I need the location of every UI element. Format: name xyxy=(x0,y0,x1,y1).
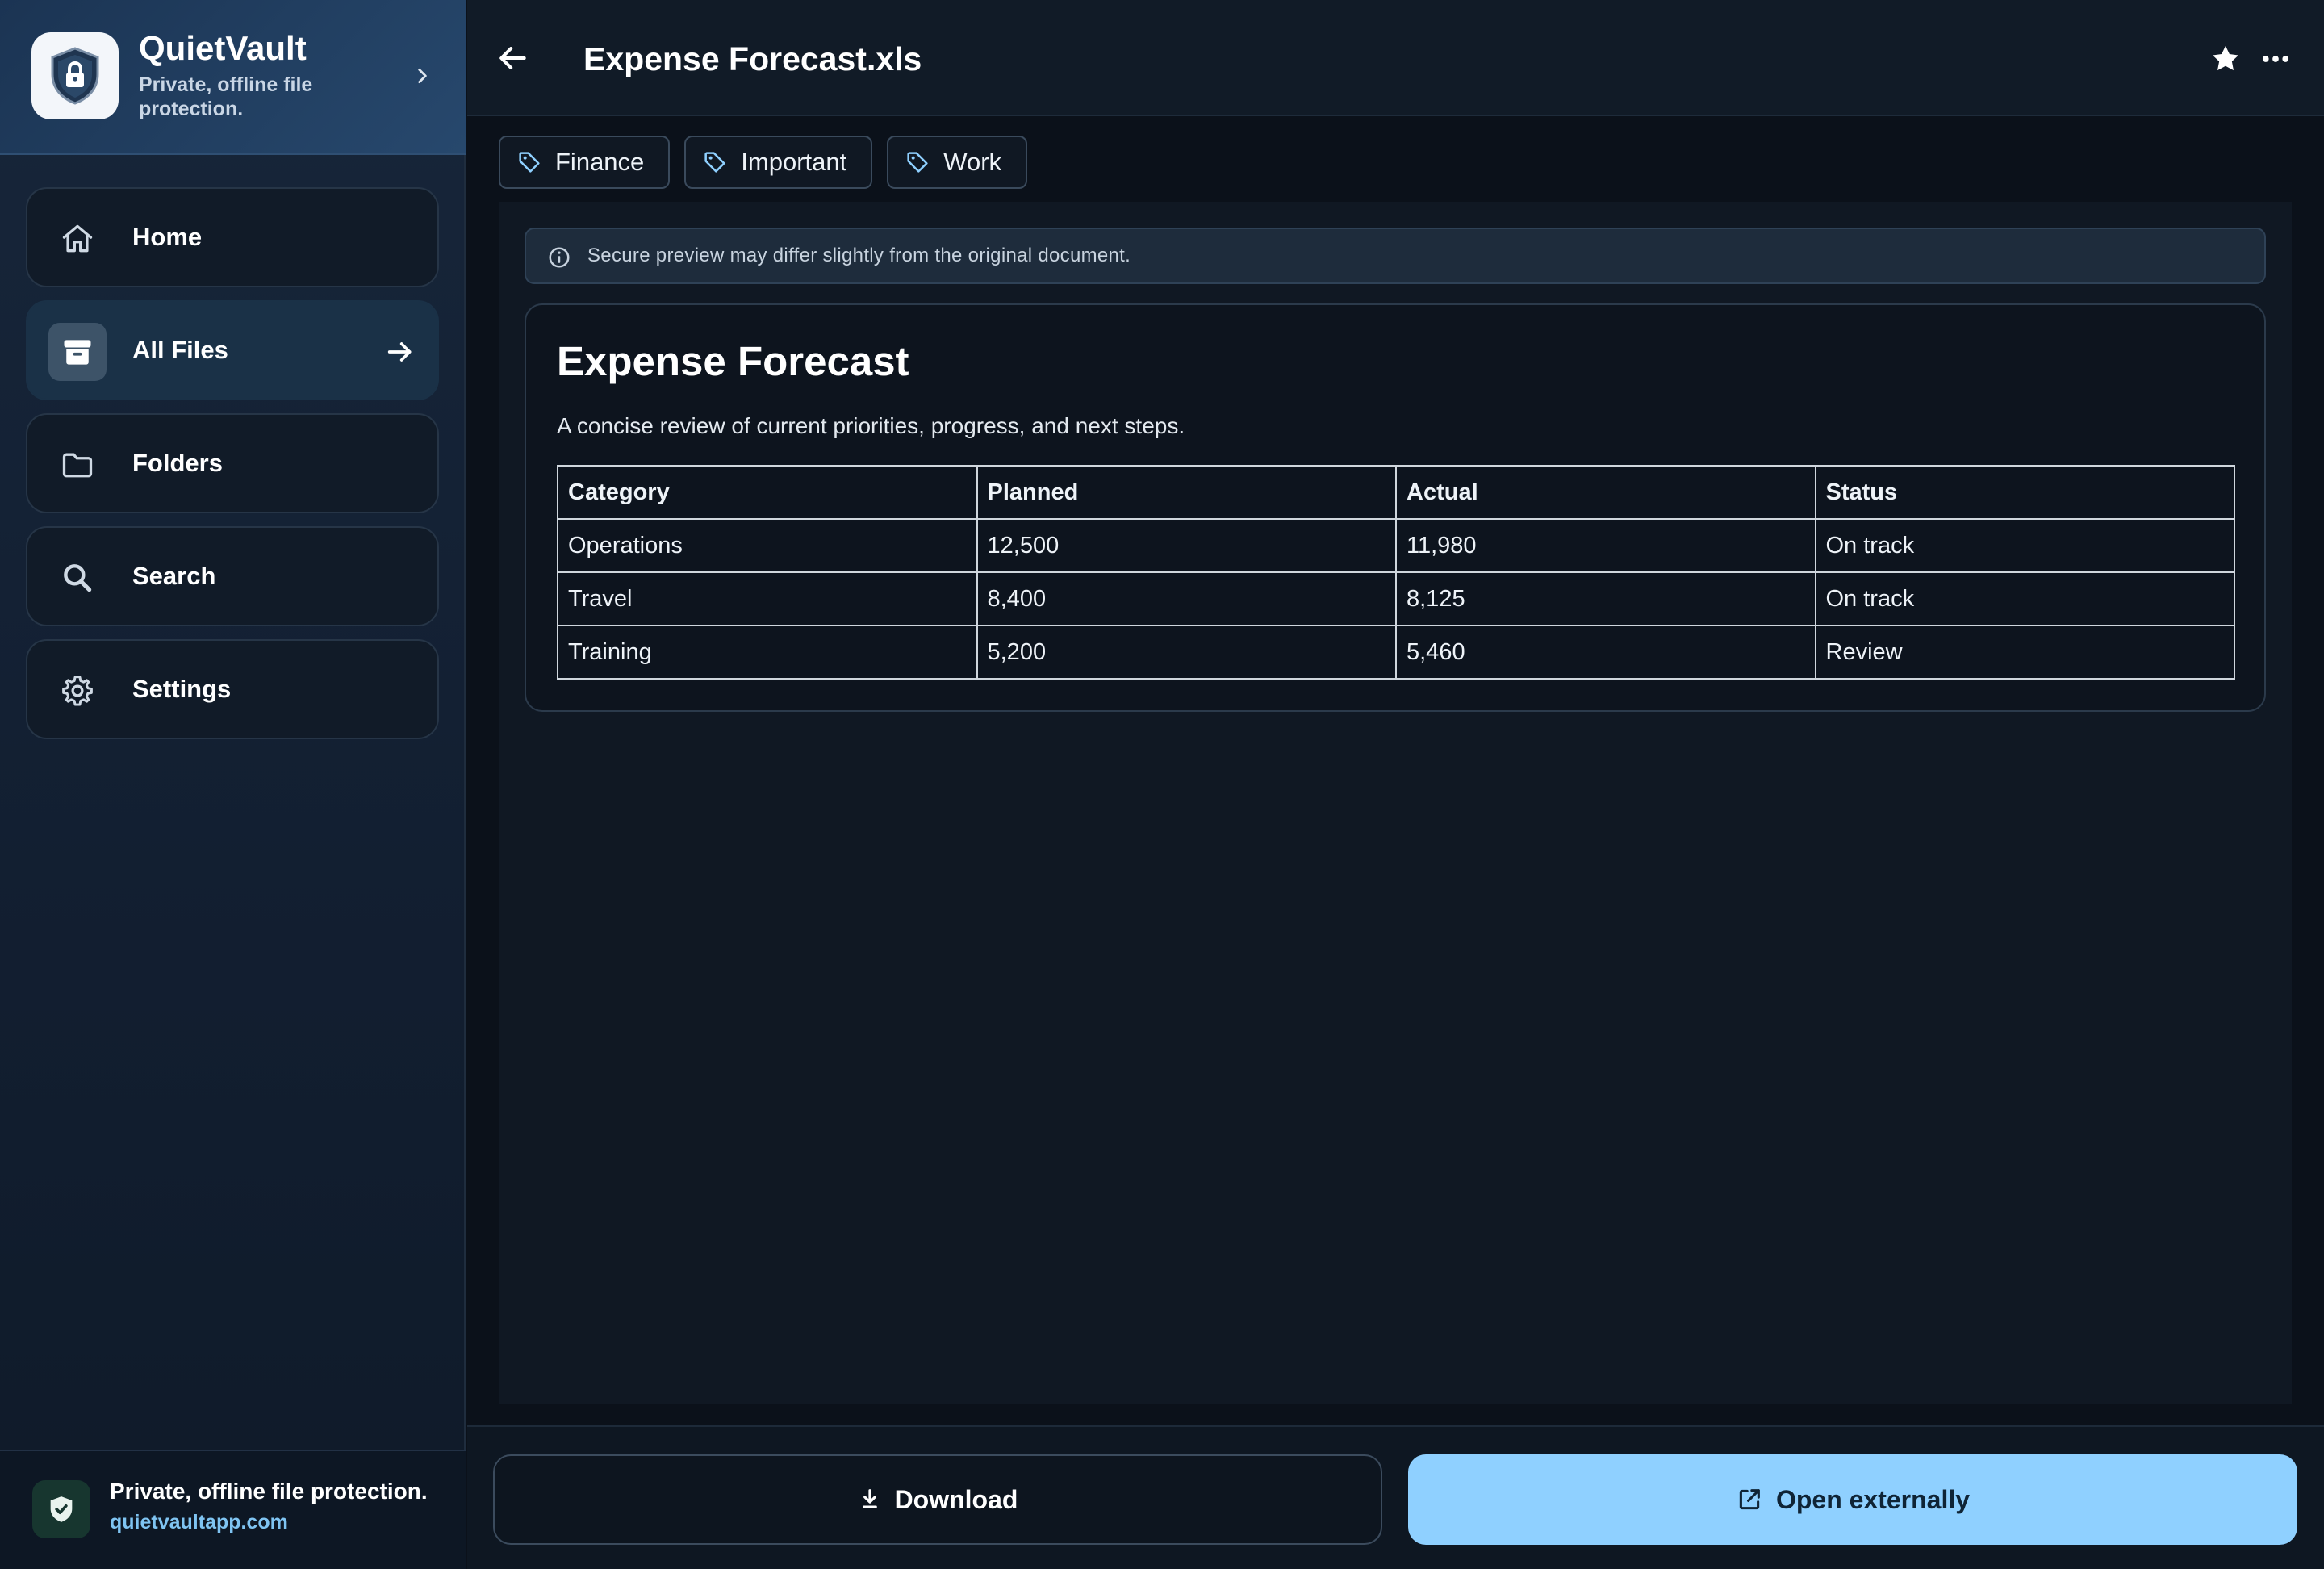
sidebar-item-folders[interactable]: Folders xyxy=(26,413,439,513)
sidebar-item-label: Settings xyxy=(132,675,232,703)
info-icon xyxy=(549,247,570,268)
tag-icon xyxy=(519,152,540,173)
tag-icon xyxy=(704,152,725,173)
table-cell: 12,500 xyxy=(976,518,1397,573)
download-icon xyxy=(862,1489,877,1508)
search-icon xyxy=(48,549,107,607)
table-row: Operations 12,500 11,980 On track xyxy=(557,518,2235,573)
sidebar-item-all-files[interactable]: All Files xyxy=(26,300,439,400)
column-header: Actual xyxy=(1395,465,1816,520)
preview-notice: Secure preview may differ slightly from … xyxy=(525,228,2266,284)
brand-name: QuietVault xyxy=(139,29,307,67)
sidebar: QuietVault Private, offline file protect… xyxy=(0,0,466,1569)
more-options-button[interactable] xyxy=(2255,39,2296,79)
tag-work[interactable]: Work xyxy=(887,136,1028,189)
star-icon xyxy=(2213,45,2238,71)
top-bar: Expense Forecast.xls xyxy=(467,0,2324,116)
sidebar-item-settings[interactable]: Settings xyxy=(26,639,439,739)
sidebar-item-search[interactable]: Search xyxy=(26,526,439,626)
open-externally-label: Open externally xyxy=(1775,1484,1971,1514)
chevron-right-icon[interactable] xyxy=(406,60,438,92)
sidebar-item-home[interactable]: Home xyxy=(26,187,439,287)
app-root: QuietVault Private, offline file protect… xyxy=(0,0,2324,1569)
tag-list: Finance Important Work xyxy=(499,136,1028,189)
table-cell: Training xyxy=(557,625,978,680)
arrow-left-icon xyxy=(499,47,526,69)
arrow-right-icon xyxy=(384,336,416,368)
table-cell: Travel xyxy=(557,571,978,626)
sidebar-footer: Private, offline file protection. quietv… xyxy=(0,1450,466,1569)
shield-check-icon xyxy=(32,1480,90,1538)
sidebar-item-label: Folders xyxy=(132,449,223,477)
brand-header[interactable]: QuietVault Private, offline file protect… xyxy=(0,0,466,155)
table-cell: Operations xyxy=(557,518,978,573)
tag-label: Important xyxy=(741,148,847,176)
gear-icon xyxy=(48,662,107,720)
document-title: Expense Forecast xyxy=(557,338,909,384)
table-cell: 5,460 xyxy=(1395,625,1816,680)
table-cell: On track xyxy=(1814,571,2235,626)
sidebar-item-label: Home xyxy=(132,223,203,251)
preview-notice-text: Secure preview may differ slightly from … xyxy=(587,245,1131,266)
tag-important[interactable]: Important xyxy=(684,136,873,189)
brand-tagline: Private, offline file protection. xyxy=(139,73,313,120)
back-button[interactable] xyxy=(491,37,533,79)
action-bar: Download Open externally xyxy=(467,1425,2324,1569)
file-title: Expense Forecast.xls xyxy=(583,40,922,77)
download-button[interactable]: Download xyxy=(493,1454,1382,1545)
table-cell: 5,200 xyxy=(976,625,1397,680)
more-horizontal-icon xyxy=(2262,56,2289,62)
tag-finance[interactable]: Finance xyxy=(499,136,671,189)
external-link-icon xyxy=(1739,1489,1760,1510)
column-header: Status xyxy=(1814,465,2235,520)
footer-website-link[interactable]: quietvaultapp.com xyxy=(110,1511,288,1534)
tag-label: Finance xyxy=(555,148,645,176)
document-description: A concise review of current priorities, … xyxy=(557,413,1185,438)
folder-icon xyxy=(48,436,107,494)
archive-icon xyxy=(48,323,107,381)
document-card: Expense Forecast A concise review of cur… xyxy=(525,303,2266,712)
table-cell: On track xyxy=(1814,518,2235,573)
table-cell: Review xyxy=(1814,625,2235,680)
download-label: Download xyxy=(894,1484,1018,1514)
column-header: Category xyxy=(557,465,978,520)
home-icon xyxy=(48,210,107,268)
tag-icon xyxy=(907,152,928,173)
footer-tagline: Private, offline file protection. xyxy=(110,1479,428,1504)
table-header-row: Category Planned Actual Status xyxy=(557,465,2235,520)
expense-table: Category Planned Actual Status Operation… xyxy=(557,465,2235,680)
table-row: Training 5,200 5,460 Review xyxy=(557,625,2235,680)
document-preview[interactable]: Secure preview may differ slightly from … xyxy=(499,202,2292,1404)
shield-lock-logo-icon xyxy=(31,32,119,119)
sidebar-item-label: All Files xyxy=(132,336,228,364)
favorite-button[interactable] xyxy=(2205,39,2246,79)
table-cell: 11,980 xyxy=(1395,518,1816,573)
tag-label: Work xyxy=(943,148,1002,176)
sidebar-item-label: Search xyxy=(132,562,216,590)
column-header: Planned xyxy=(976,465,1397,520)
table-cell: 8,125 xyxy=(1395,571,1816,626)
open-externally-button[interactable]: Open externally xyxy=(1408,1454,2297,1545)
table-cell: 8,400 xyxy=(976,571,1397,626)
table-row: Travel 8,400 8,125 On track xyxy=(557,571,2235,626)
